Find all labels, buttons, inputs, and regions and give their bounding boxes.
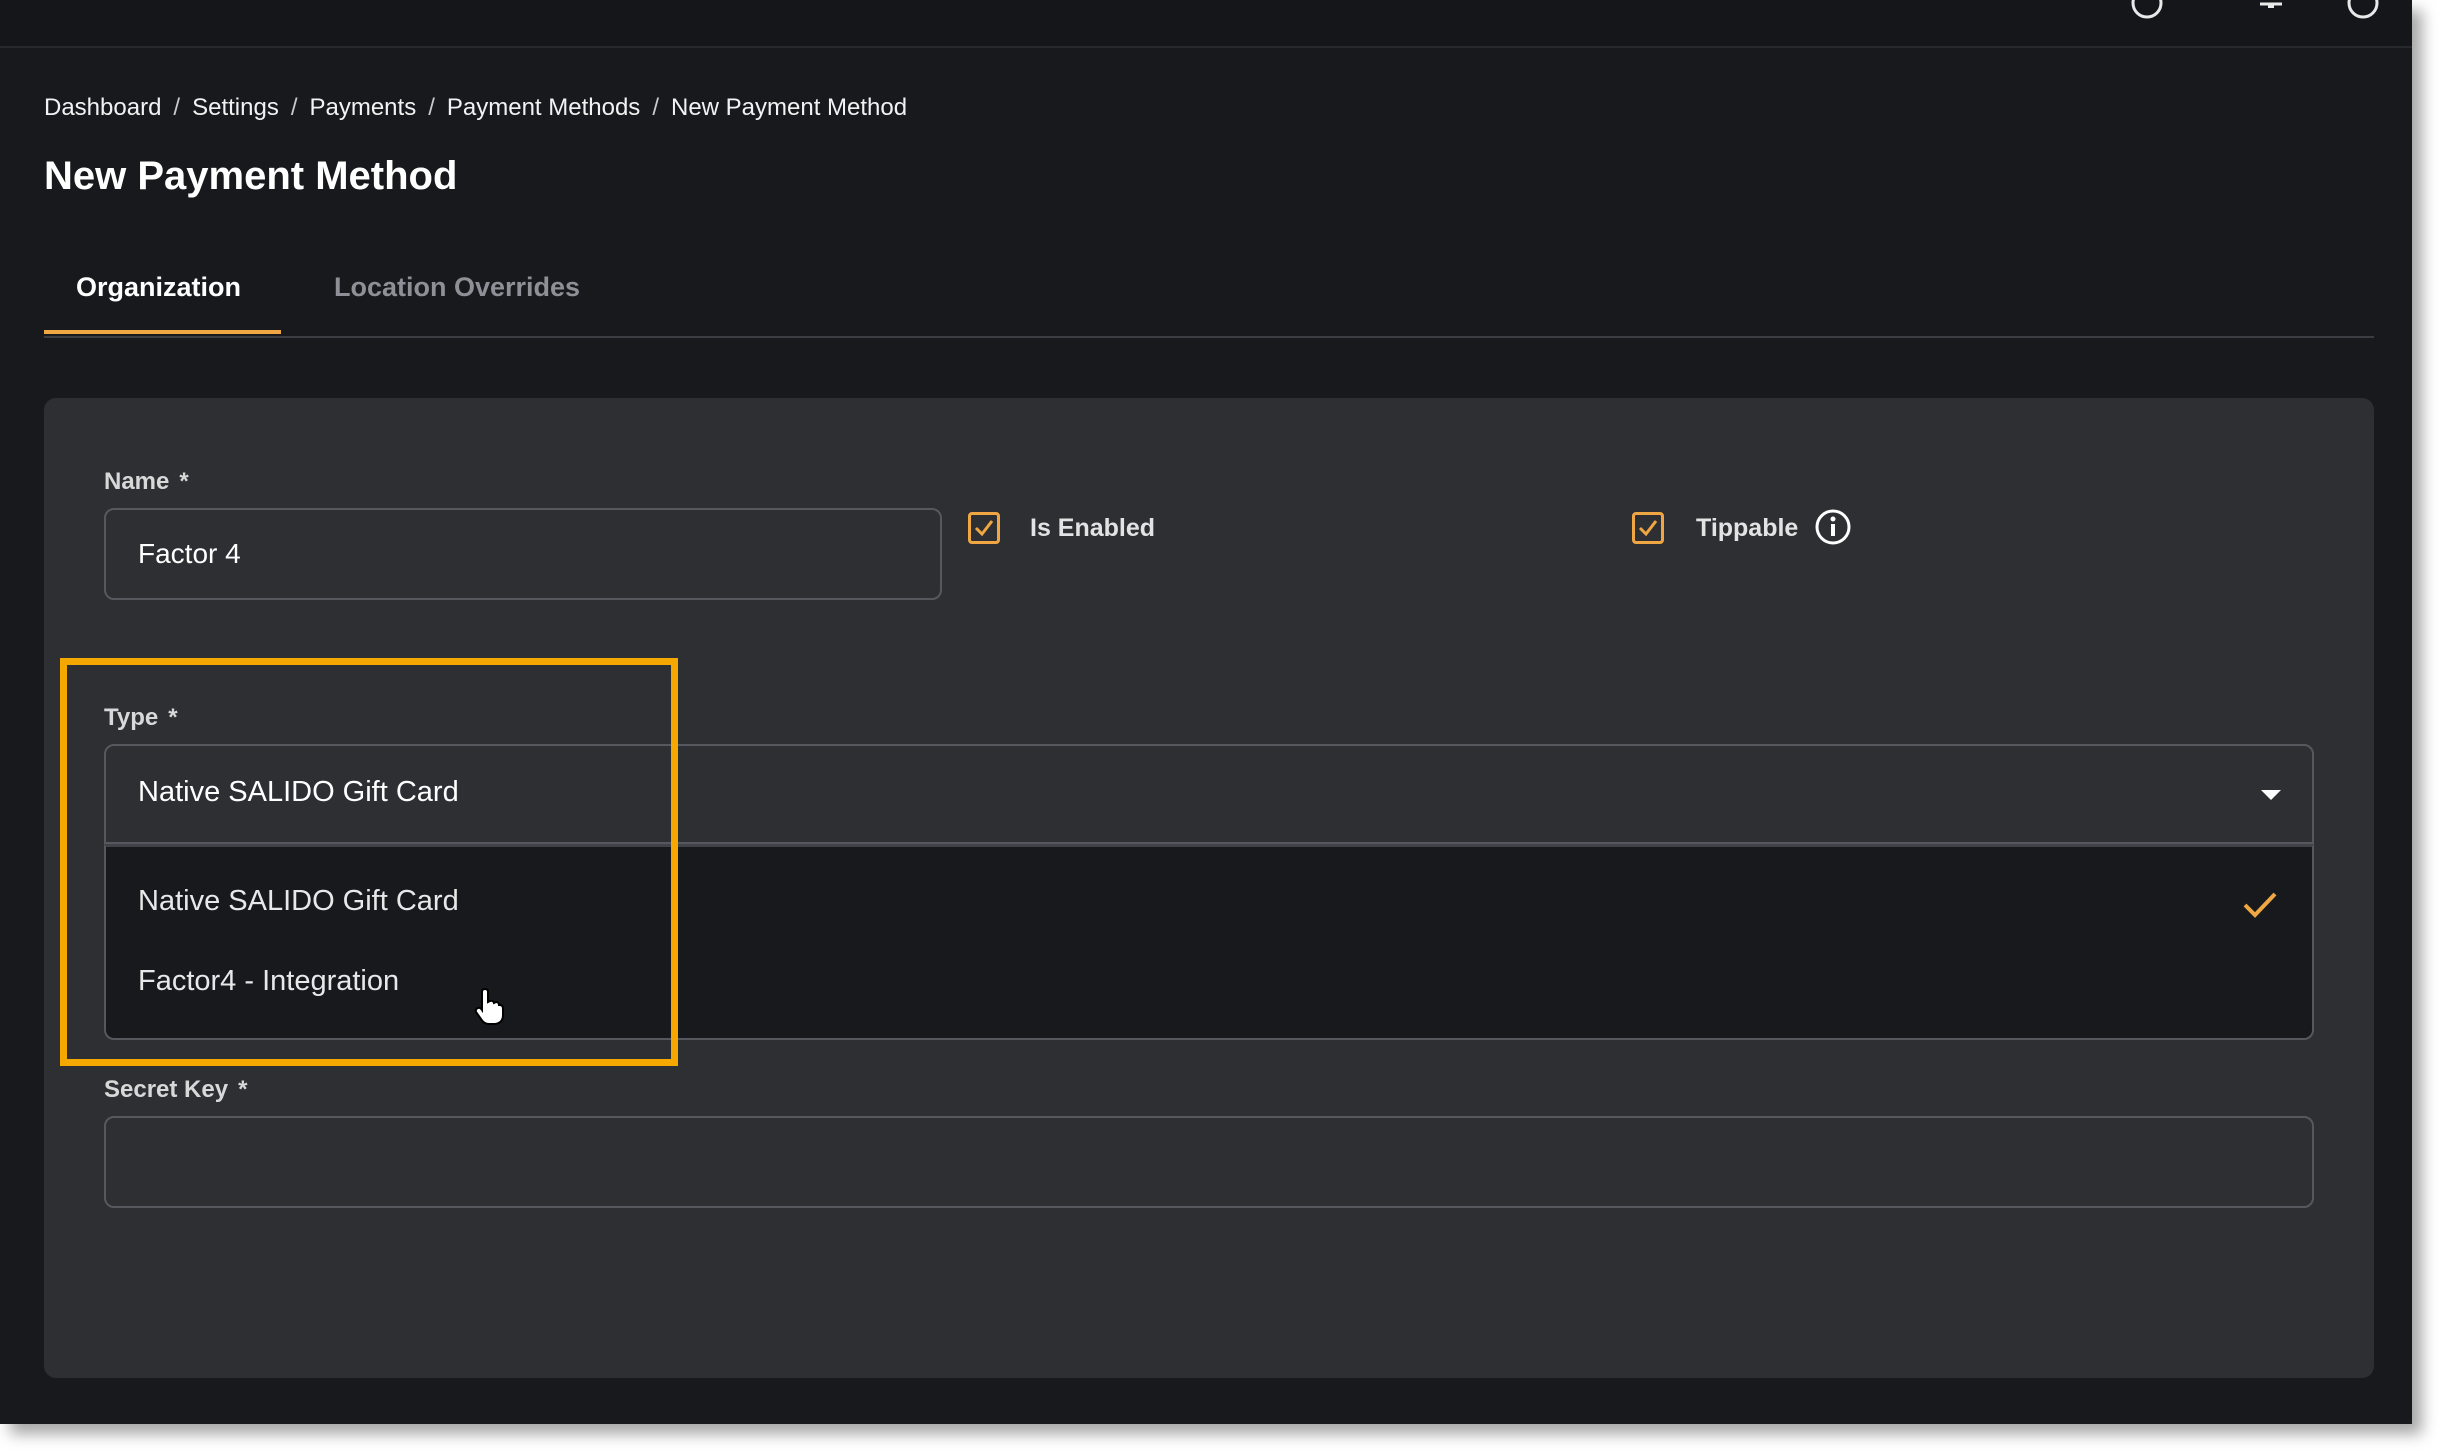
hand-cursor-icon xyxy=(474,988,504,1025)
info-icon[interactable] xyxy=(1814,508,1852,551)
type-label-text: Type xyxy=(104,704,159,731)
breadcrumb-separator: / xyxy=(428,94,435,121)
type-label: Type * xyxy=(104,704,178,732)
check-icon xyxy=(974,520,994,537)
breadcrumb-separator: / xyxy=(652,94,659,121)
page-title: New Payment Method xyxy=(44,154,458,198)
tab-bar: Organization Location Overrides xyxy=(44,262,2374,338)
is-enabled-label: Is Enabled xyxy=(1030,514,1156,542)
breadcrumb-payment-methods[interactable]: Payment Methods xyxy=(447,94,640,121)
breadcrumb-separator: / xyxy=(290,94,298,121)
option-native-salido-gift-card[interactable]: Native SALIDO Gift Card xyxy=(138,885,459,918)
name-input[interactable]: Factor 4 xyxy=(104,508,942,600)
check-icon xyxy=(2243,892,2277,918)
secret-key-label-text: Secret Key xyxy=(104,1076,229,1103)
breadcrumb-settings[interactable]: Settings xyxy=(192,94,279,121)
secret-key-label: Secret Key * xyxy=(104,1076,247,1104)
tab-location-overrides[interactable]: Location Overrides xyxy=(334,272,580,303)
type-select-value: Native SALIDO Gift Card xyxy=(138,776,459,808)
option-factor4-integration[interactable]: Factor4 - Integration xyxy=(138,965,399,998)
tab-organization[interactable]: Organization xyxy=(76,272,241,303)
breadcrumb-dashboard[interactable]: Dashboard xyxy=(44,94,161,121)
breadcrumb: Dashboard / Settings / Payments / Payment Meth… xyxy=(44,94,907,122)
breadcrumb-payments[interactable]: Payments xyxy=(309,94,416,121)
active-tab-indicator xyxy=(44,330,281,334)
name-input-value: Factor 4 xyxy=(138,538,241,569)
secret-key-input[interactable] xyxy=(104,1116,2314,1208)
breadcrumb-current: New Payment Method xyxy=(670,94,908,121)
name-label: Name * xyxy=(104,468,189,496)
tippable-checkbox[interactable] xyxy=(1632,512,1664,544)
account-icon[interactable] xyxy=(2346,0,2379,19)
form-card: Name * Factor 4 Is Enabled Tippable Type *… xyxy=(44,398,2374,1378)
is-enabled-checkbox[interactable] xyxy=(968,512,1000,544)
type-dropdown-menu: Native SALIDO Gift Card Factor4 - Integr… xyxy=(104,844,2314,1040)
help-icon[interactable] xyxy=(2130,0,2163,19)
chevron-down-icon[interactable] xyxy=(2260,788,2282,802)
check-icon xyxy=(1638,520,1658,537)
tippable-label: Tippable xyxy=(1696,514,1799,542)
bell-icon[interactable] xyxy=(2256,0,2286,8)
required-mark: * xyxy=(238,1076,248,1103)
breadcrumb-separator: / xyxy=(173,94,181,121)
name-label-text: Name xyxy=(104,468,170,495)
type-select[interactable]: Native SALIDO Gift Card xyxy=(104,744,2314,844)
app-window: Dashboard / Settings / Payments / Payment Meth… xyxy=(0,0,2412,1424)
required-mark: * xyxy=(179,468,189,495)
required-mark: * xyxy=(168,704,178,731)
top-bar xyxy=(0,0,2412,48)
